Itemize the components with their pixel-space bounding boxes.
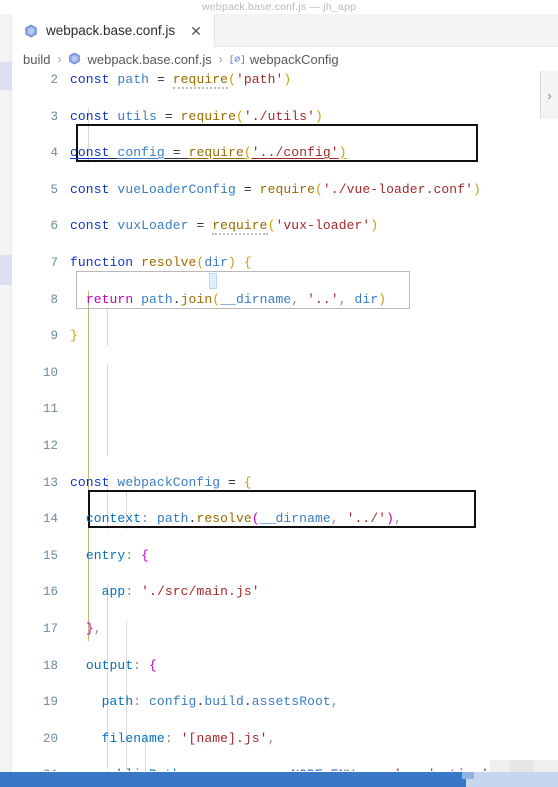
line-content: filename: '[name].js', — [101, 730, 276, 746]
line-number: 19 — [42, 695, 58, 710]
close-icon[interactable]: ✕ — [187, 23, 205, 39]
vscode-window: webpack.base.conf.js — jh_app webpack.ba… — [0, 0, 558, 787]
status-bar[interactable] — [0, 772, 558, 787]
activity-strip-marker-1 — [0, 62, 12, 90]
line-number: 16 — [42, 585, 58, 600]
line-content: const path = require('path') — [70, 72, 292, 89]
activity-bar-strip — [0, 14, 12, 787]
minimap-overlay-block — [510, 760, 534, 772]
line-number: 17 — [42, 621, 58, 636]
line-number: 13 — [42, 475, 58, 490]
webpack-hexagon-icon — [24, 24, 38, 38]
code-line[interactable]: 10 — [12, 364, 558, 382]
line-number: 14 — [42, 512, 58, 527]
line-content: const webpackConfig = { — [70, 474, 252, 490]
code-line[interactable]: 2 const path = require('path') — [12, 71, 558, 89]
code-line[interactable]: 20 filename: '[name].js', — [12, 730, 558, 748]
code-line[interactable]: 7 function resolve(dir) { — [12, 254, 558, 272]
line-number: 2 — [50, 73, 58, 87]
line-content: entry: { — [85, 547, 150, 563]
breadcrumb-item-symbol[interactable]: [∅] webpackConfig — [228, 52, 341, 67]
code-line[interactable]: 18 output: { — [12, 657, 558, 675]
line-content: output: { — [85, 657, 157, 673]
code-line[interactable]: 16 app: './src/main.js' — [12, 583, 558, 601]
status-bar-right-section — [466, 772, 558, 787]
chevron-right-icon[interactable]: › — [547, 89, 551, 102]
tab-webpack-base-conf[interactable]: webpack.base.conf.js ✕ — [12, 14, 215, 47]
line-content: function resolve(dir) { — [70, 254, 252, 270]
breadcrumb-separator-2: › — [218, 52, 223, 66]
code-line[interactable]: 9 } — [12, 327, 558, 345]
code-line[interactable]: 11 — [12, 400, 558, 418]
status-bar-notch — [462, 772, 474, 779]
line-content: }, — [85, 620, 102, 636]
line-number: 12 — [42, 438, 58, 453]
bracket-match-highlight — [209, 273, 217, 289]
breadcrumb-label-build: build — [23, 51, 51, 67]
line-number: 7 — [50, 255, 58, 270]
window-title: webpack.base.conf.js — jh_app — [0, 0, 558, 14]
breadcrumb-label-file: webpack.base.conf.js — [87, 51, 212, 67]
line-content: publicPath: process.env.NODE_ENV === 'pr… — [70, 766, 489, 771]
code-line[interactable]: 19 path: config.build.assetsRoot, — [12, 693, 558, 711]
breadcrumb-item-build[interactable]: build — [21, 52, 52, 67]
line-number: 15 — [42, 548, 58, 563]
line-content: const vueLoaderConfig = require('./vue-l… — [70, 181, 481, 197]
breadcrumb-item-file[interactable]: webpack.base.conf.js — [66, 52, 213, 67]
line-content: const config = require('../config') — [70, 145, 347, 161]
line-content: const vuxLoader = require('vux-loader') — [70, 218, 379, 236]
code-line[interactable]: 15 entry: { — [12, 547, 558, 565]
code-line[interactable]: 4 const config = require('../config') — [12, 144, 558, 162]
breadcrumb: build › webpack.base.conf.js › [∅] webpa… — [12, 47, 558, 71]
line-number: 11 — [42, 402, 58, 417]
line-number: 6 — [50, 219, 58, 234]
line-content: path: config.build.assetsRoot, — [101, 694, 339, 710]
code-line[interactable]: 12 — [12, 437, 558, 455]
code-line[interactable]: 5 const vueLoaderConfig = require('./vue… — [12, 181, 558, 199]
line-number: 20 — [42, 731, 58, 746]
code-line[interactable]: 13 const webpackConfig = { — [12, 474, 558, 492]
code-line[interactable]: 21 publicPath: process.env.NODE_ENV === … — [12, 766, 558, 771]
line-number: 8 — [50, 292, 58, 307]
line-content: const utils = require('./utils') — [70, 108, 323, 124]
code-line[interactable]: 3 const utils = require('./utils') — [12, 108, 558, 126]
line-content: } — [70, 328, 78, 344]
code-editor[interactable]: 2 const path = require('path') 3 const u… — [12, 71, 558, 771]
editor-tab-bar: webpack.base.conf.js ✕ — [12, 14, 558, 47]
activity-strip-marker-2 — [0, 255, 12, 285]
line-content: app: './src/main.js' — [101, 584, 260, 600]
tab-label: webpack.base.conf.js — [46, 23, 176, 38]
line-number: 4 — [50, 146, 58, 161]
variable-symbol-icon: [∅] — [228, 53, 246, 65]
line-content: return path.join(__dirname, '..', dir) — [85, 291, 387, 307]
line-number: 18 — [42, 658, 58, 673]
code-line[interactable]: 6 const vuxLoader = require('vux-loader'… — [12, 217, 558, 236]
line-number: 3 — [50, 109, 58, 124]
webpack-hexagon-icon — [68, 52, 82, 66]
breadcrumb-label-symbol: webpackConfig — [249, 51, 339, 67]
line-number: 21 — [12, 766, 58, 771]
line-number: 9 — [50, 329, 58, 344]
code-line[interactable]: 14 context: path.resolve(__dirname, '../… — [12, 510, 558, 528]
code-line[interactable]: 17 }, — [12, 620, 558, 638]
line-number: 10 — [42, 365, 58, 380]
line-number: 5 — [50, 182, 58, 197]
code-area: 2 const path = require('path') 3 const u… — [12, 71, 558, 771]
breadcrumb-separator-1: › — [57, 52, 62, 66]
peek-panel[interactable]: › — [540, 71, 558, 119]
line-content: context: path.resolve(__dirname, '../'), — [85, 511, 402, 527]
code-line[interactable]: 8 return path.join(__dirname, '..', dir) — [12, 291, 558, 309]
